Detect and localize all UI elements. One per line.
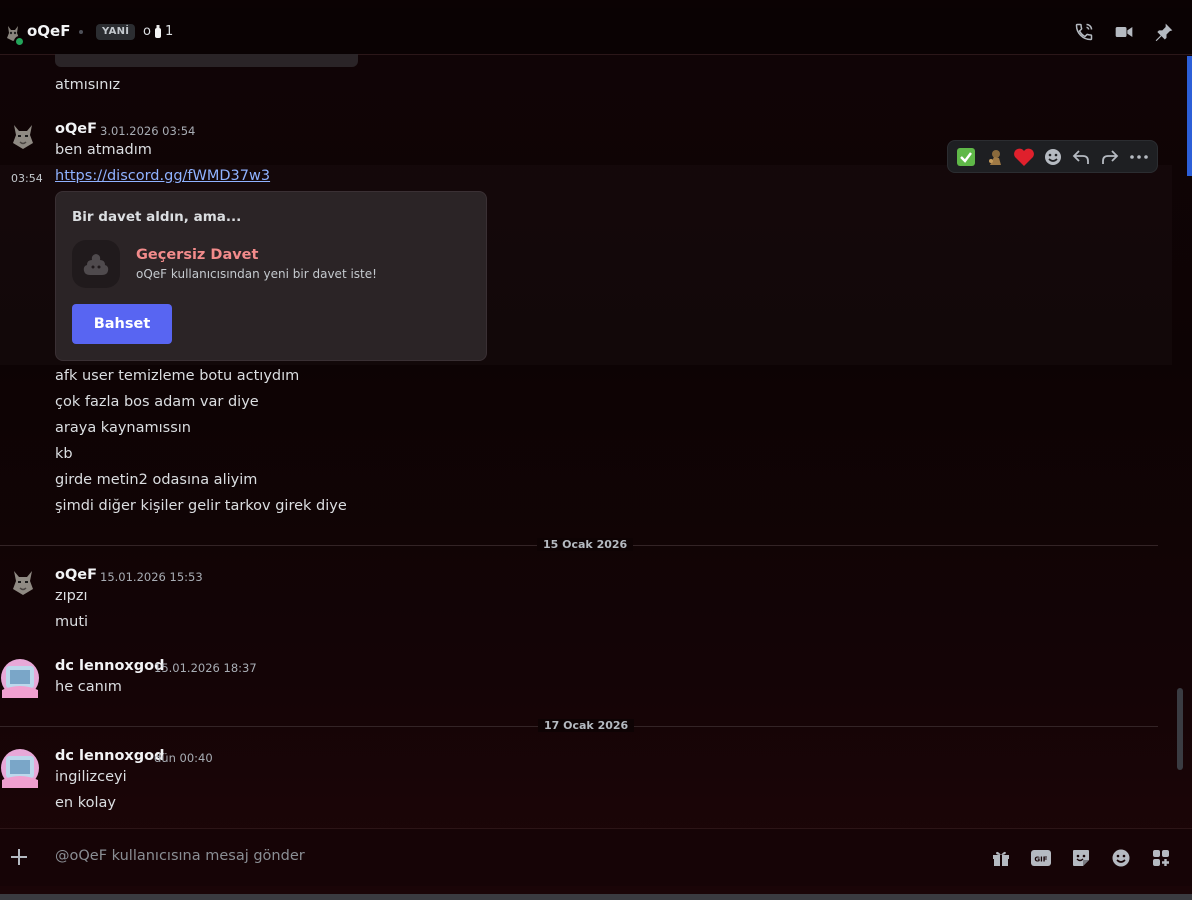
message-author[interactable]: oQeF — [55, 567, 97, 583]
more-icon[interactable] — [1127, 145, 1151, 169]
guild-tag-badge[interactable]: YANİ — [96, 24, 136, 40]
sticker-icon[interactable] — [1070, 847, 1092, 869]
invite-title: Geçersiz Davet — [136, 247, 259, 263]
header-extra-count: 1 — [164, 24, 174, 39]
chat-scrollbar-thumb[interactable] — [1177, 688, 1183, 770]
add-reaction-icon[interactable] — [1041, 145, 1065, 169]
emoji-icon[interactable] — [1110, 847, 1132, 869]
message-timestamp[interactable]: 3.01.2026 03:54 — [100, 124, 195, 138]
invite-heading: Bir davet aldın, ama... — [72, 209, 242, 225]
gif-icon[interactable]: GIF — [1030, 847, 1052, 869]
mention-button[interactable]: Bahset — [72, 304, 172, 344]
gift-icon[interactable] — [990, 847, 1012, 869]
message-text: ingilizceyi — [55, 769, 127, 785]
message-text: zıpzı — [55, 588, 88, 604]
message-text: atmısınız — [55, 77, 121, 93]
message-text: muti — [55, 614, 89, 630]
message-timestamp[interactable]: 15.01.2026 15:53 — [100, 570, 203, 584]
message-author[interactable]: dc lennoxgod — [55, 748, 165, 764]
avatar[interactable] — [0, 748, 40, 788]
video-call-icon[interactable] — [1114, 22, 1134, 42]
invite-subtitle: oQeF kullanıcısından yeni bir davet iste… — [136, 267, 377, 281]
header-username[interactable]: oQeF — [27, 22, 70, 40]
message-text: en kolay — [55, 795, 116, 811]
message-text: şimdi diğer kişiler gelir tarkov girek d… — [55, 498, 347, 514]
avatar[interactable] — [9, 122, 37, 150]
message-text: kb — [55, 446, 73, 462]
message-action-toolbar — [947, 140, 1158, 173]
message-text: ben atmadım — [55, 142, 152, 158]
attach-plus-icon[interactable] — [9, 847, 29, 867]
message-timestamp[interactable]: 15.01.2026 18:37 — [154, 661, 257, 675]
dm-header: oQeF YANİ o 1 — [0, 8, 1192, 55]
date-divider-label: 17 Ocak 2026 — [538, 719, 635, 732]
date-divider-label: 15 Ocak 2026 — [537, 538, 634, 551]
heart-emoji-icon[interactable] — [1012, 145, 1036, 169]
apps-icon[interactable] — [1150, 847, 1172, 869]
message-author[interactable]: oQeF — [55, 121, 97, 137]
taskbar-edge — [0, 894, 1192, 900]
message-text: çok fazla bos adam var diye — [55, 394, 259, 410]
message-text: girde metin2 odasına aliyim — [55, 472, 258, 488]
message-text: afk user temizleme botu actıydım — [55, 368, 300, 384]
avatar[interactable] — [0, 658, 40, 698]
reply-icon[interactable] — [1069, 145, 1093, 169]
composer-actions: GIF — [990, 847, 1172, 869]
svg-text:GIF: GIF — [1034, 856, 1047, 864]
pin-icon[interactable] — [1154, 22, 1174, 42]
invite-embed: Bir davet aldın, ama... Geçersiz Davet o… — [55, 191, 487, 361]
header-actions — [1074, 22, 1174, 42]
message-timestamp[interactable]: dün 00:40 — [154, 751, 213, 765]
online-status-dot — [14, 36, 25, 47]
hover-timestamp: 03:54 — [11, 172, 43, 185]
bottle-icon — [154, 25, 161, 38]
message-author[interactable]: dc lennoxgod — [55, 658, 165, 674]
message-input[interactable]: @oQeF kullanıcısına mesaj gönder — [55, 848, 305, 864]
previous-embed-fragment — [55, 54, 358, 67]
forward-icon[interactable] — [1098, 145, 1122, 169]
scroll-indicator-top — [1187, 56, 1192, 176]
avatar[interactable] — [9, 568, 37, 596]
voice-call-icon[interactable] — [1074, 22, 1094, 42]
header-extra-prefix: o — [143, 24, 151, 39]
message-text: araya kaynamıssın — [55, 420, 191, 436]
message-composer: @oQeF kullanıcısına mesaj gönder GIF — [0, 828, 1192, 886]
custom-emoji-icon[interactable] — [983, 145, 1007, 169]
check-emoji-icon[interactable] — [954, 145, 978, 169]
invite-link[interactable]: https://discord.gg/fWMD37w3 — [55, 168, 270, 184]
header-separator-dot — [79, 30, 83, 34]
invalid-invite-icon — [72, 240, 120, 288]
header-status-extra: o 1 — [143, 24, 173, 39]
message-text: he canım — [55, 679, 122, 695]
invite-link-text[interactable]: https://discord.gg/fWMD37w3 — [55, 168, 270, 184]
